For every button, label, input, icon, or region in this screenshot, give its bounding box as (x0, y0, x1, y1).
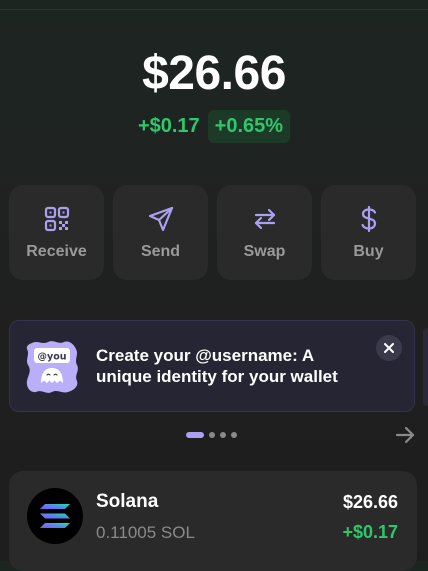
token-row-solana[interactable]: Solana 0.11005 SOL $26.66 +$0.17 (9, 471, 417, 571)
balance-change-percent: +0.65% (207, 110, 291, 143)
username-ghost-icon: @you (26, 341, 78, 393)
balance-change-row: +$0.17 +0.65% (0, 110, 428, 143)
solana-logo-icon (27, 488, 83, 544)
swap-icon (254, 208, 275, 229)
token-value: $26.66 (342, 492, 398, 512)
top-divider (0, 9, 428, 10)
receive-label: Receive (26, 242, 87, 260)
next-promo-card-peek[interactable] (423, 328, 428, 406)
buy-label: Buy (353, 242, 384, 260)
carousel-dot-active[interactable] (186, 432, 204, 438)
swap-label: Swap (243, 242, 286, 260)
total-balance: $26.66 (142, 47, 286, 100)
close-icon (384, 343, 394, 353)
token-change: +$0.17 (342, 522, 398, 542)
action-buttons: Receive Send Swap Buy (9, 185, 417, 280)
dollar-icon (360, 205, 376, 232)
qr-code-icon (44, 206, 69, 231)
send-label: Send (140, 242, 181, 260)
swap-button[interactable]: Swap (217, 185, 312, 280)
balance-change-amount: +$0.17 (137, 115, 200, 137)
token-amount: 0.11005 SOL (96, 523, 195, 542)
buy-button[interactable]: Buy (321, 185, 416, 280)
promo-badge-text: @you (38, 352, 67, 363)
carousel-dot[interactable] (231, 432, 237, 438)
token-name: Solana (96, 491, 159, 512)
send-icon (148, 206, 173, 231)
promo-close-button[interactable] (376, 335, 402, 361)
promo-message: Create your @username: A unique identity… (96, 346, 338, 386)
receive-button[interactable]: Receive (9, 185, 104, 280)
carousel-pagination (186, 432, 237, 438)
username-promo-card[interactable]: @you Create your @username: A unique ide… (9, 320, 415, 412)
carousel-dot[interactable] (220, 432, 226, 438)
arrow-right-icon[interactable] (394, 424, 416, 446)
send-button[interactable]: Send (113, 185, 208, 280)
carousel-dot[interactable] (209, 432, 215, 438)
